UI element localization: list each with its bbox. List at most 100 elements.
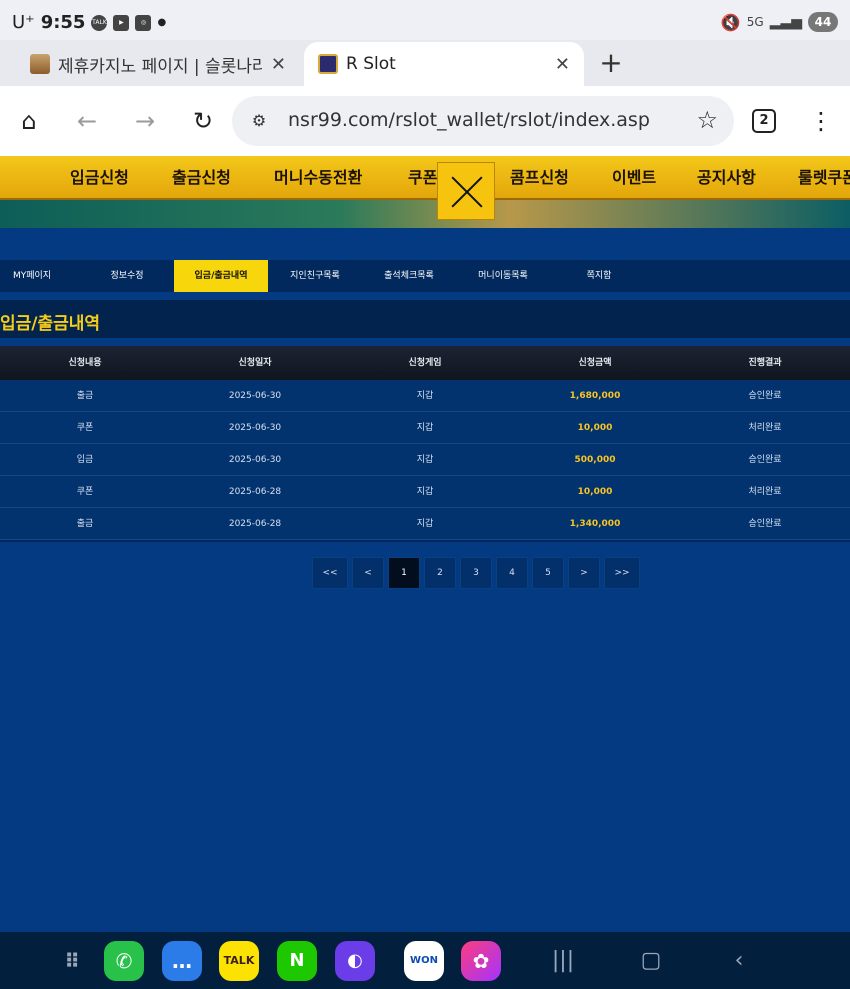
youtube-notification-icon: ▶ [113, 14, 130, 31]
menu-more-icon[interactable]: ⋮ [808, 103, 834, 139]
section-title-bar: 입금/출금내역 [0, 300, 850, 338]
table-row: 출금 2025-06-30 지갑 1,680,000 승인완료 [0, 380, 850, 412]
more-notifications-icon: ● [157, 17, 167, 28]
close-icon[interactable]: ✕ [271, 54, 286, 75]
page-button[interactable]: 5 [532, 557, 564, 589]
history-table: 신청내용 신청일자 신청게임 신청금액 진행결과 출금 2025-06-30 지… [0, 346, 850, 542]
home-icon[interactable]: ⌂ [11, 103, 47, 139]
nav-withdraw-request[interactable]: 출금신청 [172, 164, 231, 188]
table-row: 입금 2025-06-30 지갑 500,000 승인완료 [0, 444, 850, 476]
woori-won-icon[interactable]: WON [404, 941, 444, 981]
tab-rslot[interactable]: R Slot ✕ [304, 42, 584, 86]
cell-amount: 1,680,000 [569, 391, 621, 401]
naver-icon[interactable]: N [277, 941, 317, 981]
column-header: 진행결과 [748, 358, 782, 368]
kakaotalk-notification-icon: TALK [91, 14, 108, 31]
nav-manual-money-transfer[interactable]: 머니수동전환 [274, 164, 362, 188]
address-bar[interactable]: ⚙ nsr99.com/rslot_wallet/rslot/index.asp… [232, 96, 734, 146]
cell-type: 출금 [76, 391, 94, 401]
screenshot-icon: ◎ [135, 14, 152, 31]
cell-result: 승인완료 [748, 455, 782, 465]
subnav-edit-info[interactable]: 정보수정 [80, 260, 174, 292]
taskbar-dock: ⠿ ✆ … TALK N ◐ WON ✿ ||| ▢ ‹ [0, 932, 850, 989]
new-tab-button[interactable]: + [596, 46, 626, 80]
cell-game: 지갑 [416, 519, 434, 529]
tab-title: R Slot [346, 54, 396, 74]
cell-type: 쿠폰 [76, 423, 94, 433]
page-title: 입금/출금내역 [0, 314, 101, 334]
subnav-message-box[interactable]: 쪽지함 [552, 260, 646, 292]
messages-icon[interactable]: … [162, 941, 202, 981]
kakaotalk-icon[interactable]: TALK [219, 941, 259, 981]
recent-apps-icon[interactable]: ||| [548, 946, 578, 976]
tab-title: 제휴카지노 페이지 | 슬롯나라 - 2 [58, 56, 263, 77]
page-button[interactable]: 2 [424, 557, 456, 589]
page-button[interactable]: 3 [460, 557, 492, 589]
mute-icon: 🔇 [720, 12, 741, 32]
cell-result: 승인완료 [748, 519, 782, 529]
cell-game: 지갑 [416, 455, 434, 465]
battery-indicator: 44 [808, 12, 838, 32]
cell-amount: 10,000 [577, 487, 613, 497]
nav-event[interactable]: 이벤트 [612, 164, 656, 188]
column-header: 신청내용 [68, 358, 102, 368]
phone-icon[interactable]: ✆ [104, 941, 144, 981]
table-row: 쿠폰 2025-06-28 지갑 10,000 처리완료 [0, 476, 850, 508]
cell-date: 2025-06-28 [228, 519, 282, 529]
nav-coupon[interactable]: 쿠폰 [408, 164, 437, 188]
app-drawer-icon[interactable]: ⠿ [52, 941, 92, 981]
home-button-icon[interactable]: ▢ [636, 946, 666, 976]
signal-icon: ▂▃▅ [769, 14, 802, 30]
back-arrow-icon[interactable]: ← [69, 103, 105, 139]
column-header: 신청게임 [408, 358, 442, 368]
mypage-subnav: MY페이지 정보수정 입금/출금내역 지인친구목록 출석체크목록 머니이동목록 … [0, 260, 850, 292]
subnav-money-transfer-list[interactable]: 머니이동목록 [456, 260, 550, 292]
internet-browser-icon[interactable]: ◐ [335, 941, 375, 981]
reload-icon[interactable]: ↻ [185, 103, 221, 139]
pagination: << < 1 2 3 4 5 > >> [312, 557, 640, 589]
back-button-icon[interactable]: ‹ [724, 946, 754, 976]
nav-comp-request[interactable]: 콤프신청 [510, 164, 569, 188]
status-right: 🔇 5G ▂▃▅ 44 [721, 12, 838, 32]
cell-type: 출금 [76, 519, 94, 529]
network-type: 5G [746, 15, 764, 29]
cell-date: 2025-06-30 [228, 455, 282, 465]
cell-date: 2025-06-28 [228, 487, 282, 497]
table-row: 쿠폰 2025-06-30 지갑 10,000 처리완료 [0, 412, 850, 444]
page-next-button[interactable]: > [568, 557, 600, 589]
page-button-current[interactable]: 1 [388, 557, 420, 589]
page-last-button[interactable]: >> [604, 557, 640, 589]
bookmark-star-icon[interactable]: ☆ [696, 106, 718, 134]
close-icon[interactable] [437, 162, 495, 220]
table-header: 신청내용 신청일자 신청게임 신청금액 진행결과 [0, 346, 850, 380]
close-icon[interactable]: ✕ [555, 54, 570, 75]
cell-result: 승인완료 [748, 391, 782, 401]
cell-amount: 10,000 [577, 423, 613, 433]
url-text[interactable]: nsr99.com/rslot_wallet/rslot/index.asp [288, 109, 650, 131]
forward-arrow-icon[interactable]: → [127, 103, 163, 139]
table-divider [0, 540, 850, 542]
column-header: 신청일자 [238, 358, 272, 368]
nav-deposit-request[interactable]: 입금신청 [70, 164, 129, 188]
subnav-deposit-withdraw-history[interactable]: 입금/출금내역 [174, 260, 268, 292]
page-button[interactable]: 4 [496, 557, 528, 589]
nav-notice[interactable]: 공지사항 [697, 164, 756, 188]
subnav-friend-list[interactable]: 지인친구목록 [268, 260, 362, 292]
page-prev-button[interactable]: < [352, 557, 384, 589]
carrier-label: U⁺ [12, 12, 35, 33]
site-settings-icon[interactable]: ⚙ [246, 108, 272, 134]
browser-tab-strip: 제휴카지노 페이지 | 슬롯나라 - 2 ✕ R Slot ✕ + [0, 40, 850, 86]
subnav-attendance-list[interactable]: 출석체크목록 [362, 260, 456, 292]
site-main-nav: 입금신청 출금신청 머니수동전환 쿠폰 콤프신청 이벤트 공지사항 룰렛쿠폰 [0, 156, 850, 200]
rslot-favicon-icon [318, 54, 338, 74]
tab-switcher-button[interactable]: 2 [752, 109, 776, 133]
cell-result: 처리완료 [748, 423, 782, 433]
browser-toolbar: ⌂ ← → ↻ ⚙ nsr99.com/rslot_wallet/rslot/i… [0, 86, 850, 156]
page-first-button[interactable]: << [312, 557, 348, 589]
nav-roulette-coupon[interactable]: 룰렛쿠폰 [798, 164, 850, 188]
cell-game: 지갑 [416, 423, 434, 433]
status-time: 9:55 [40, 12, 86, 33]
subnav-my-page[interactable]: MY페이지 [0, 260, 64, 292]
gallery-icon[interactable]: ✿ [461, 941, 501, 981]
tab-slotnara[interactable]: 제휴카지노 페이지 | 슬롯나라 - 2 ✕ [16, 42, 300, 86]
